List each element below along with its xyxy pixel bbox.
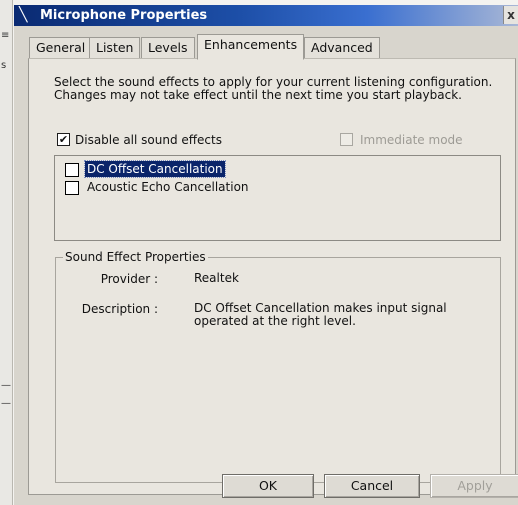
effect-label[interactable]: Acoustic Echo Cancellation [85,179,251,195]
background-mark: s [1,60,7,71]
background-window-edge: ≡ s — — [0,0,13,505]
background-mark: — [1,398,11,409]
cancel-button[interactable]: Cancel [324,474,420,498]
close-button[interactable]: x [503,6,518,24]
effect-label[interactable]: DC Offset Cancellation [84,160,226,178]
provider-value: Realtek [194,271,239,285]
description-value: DC Offset Cancellation makes input signa… [194,301,447,328]
tab-listen[interactable]: Listen [89,37,141,58]
tab-enhancements[interactable]: Enhancements [197,34,305,60]
background-mark: ≡ [1,30,10,41]
title-bar[interactable]: ╲ Microphone Properties x [14,5,518,26]
immediate-mode-checkbox[interactable] [340,133,353,146]
immediate-mode-label: Immediate mode [360,133,463,147]
tab-advanced[interactable]: Advanced [304,37,380,58]
disable-all-checkbox[interactable]: ✔ [57,133,70,146]
ok-button[interactable]: OK [222,474,314,498]
effects-list[interactable]: DC Offset Cancellation Acoustic Echo Can… [54,155,501,241]
provider-label: Provider : [100,272,158,286]
enhancements-description: Select the sound effects to apply for yo… [54,75,493,102]
effect-checkbox[interactable] [65,163,79,177]
tab-levels[interactable]: Levels [141,37,195,58]
sound-effect-properties-group: Sound Effect Properties Provider : Realt… [55,250,501,483]
description-label: Description : [81,302,158,316]
disable-all-label[interactable]: Disable all sound effects [75,133,222,147]
enhancements-panel: Select the sound effects to apply for yo… [28,58,516,495]
window-title: Microphone Properties [40,8,208,23]
group-legend: Sound Effect Properties [63,250,208,264]
background-mark: — [1,380,11,391]
microphone-icon: ╲ [19,7,28,23]
apply-button[interactable]: Apply [430,474,518,498]
tab-general[interactable]: General [29,37,93,58]
properties-dialog: General Listen Levels Enhancements Advan… [14,26,518,505]
effect-checkbox[interactable] [65,181,79,195]
checkmark-icon: ✔ [58,133,69,146]
